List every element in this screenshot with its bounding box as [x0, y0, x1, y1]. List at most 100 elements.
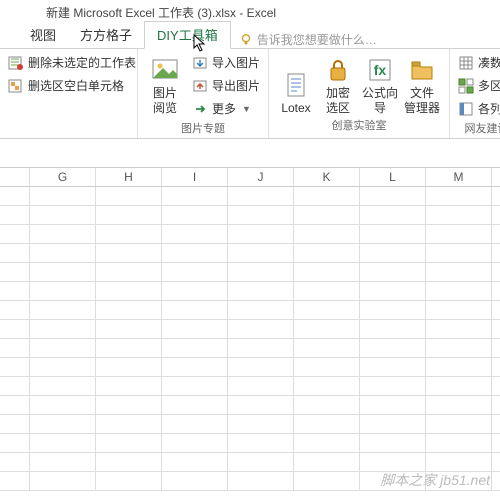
- cell[interactable]: [228, 301, 294, 319]
- cell[interactable]: [96, 377, 162, 395]
- cell[interactable]: [294, 396, 360, 414]
- cell[interactable]: [360, 358, 426, 376]
- cell[interactable]: [294, 206, 360, 224]
- column-header[interactable]: J: [228, 168, 294, 186]
- cell[interactable]: [360, 320, 426, 338]
- column-accumulate-button[interactable]: 各列累计: [456, 99, 500, 118]
- cell[interactable]: [228, 320, 294, 338]
- cell[interactable]: [228, 339, 294, 357]
- coushu-button[interactable]: 凑数: [456, 53, 500, 72]
- cell[interactable]: [96, 187, 162, 205]
- cell[interactable]: [294, 301, 360, 319]
- cell[interactable]: [96, 339, 162, 357]
- cell[interactable]: [228, 434, 294, 452]
- cell[interactable]: [162, 282, 228, 300]
- cell[interactable]: [162, 377, 228, 395]
- cell[interactable]: [228, 377, 294, 395]
- cell[interactable]: [96, 282, 162, 300]
- cell[interactable]: [294, 187, 360, 205]
- cell[interactable]: [30, 263, 96, 281]
- cell[interactable]: [294, 339, 360, 357]
- cell[interactable]: [96, 206, 162, 224]
- cell[interactable]: [360, 282, 426, 300]
- cell[interactable]: [228, 282, 294, 300]
- cell[interactable]: [360, 377, 426, 395]
- column-header[interactable]: G: [30, 168, 96, 186]
- cell[interactable]: [360, 263, 426, 281]
- file-manager-button[interactable]: 文件 管理器: [401, 53, 443, 115]
- cell[interactable]: [30, 282, 96, 300]
- cell[interactable]: [162, 472, 228, 490]
- tab-diy-toolbox[interactable]: DIY工具箱: [144, 21, 231, 49]
- cell[interactable]: [228, 415, 294, 433]
- more-button[interactable]: 更多 ▼: [190, 99, 262, 118]
- cell[interactable]: [360, 301, 426, 319]
- cell[interactable]: [294, 282, 360, 300]
- cell[interactable]: [426, 415, 492, 433]
- cell[interactable]: [96, 358, 162, 376]
- column-header[interactable]: K: [294, 168, 360, 186]
- cell[interactable]: [30, 358, 96, 376]
- cell[interactable]: [96, 244, 162, 262]
- cell[interactable]: [96, 415, 162, 433]
- cell[interactable]: [162, 187, 228, 205]
- cell[interactable]: [228, 263, 294, 281]
- cell[interactable]: [228, 396, 294, 414]
- cell[interactable]: [294, 358, 360, 376]
- cell[interactable]: [360, 453, 426, 471]
- cell[interactable]: [228, 244, 294, 262]
- column-header[interactable]: H: [96, 168, 162, 186]
- cell[interactable]: [360, 339, 426, 357]
- cell[interactable]: [30, 453, 96, 471]
- cell[interactable]: [30, 301, 96, 319]
- cell[interactable]: [294, 263, 360, 281]
- export-picture-button[interactable]: 导出图片: [190, 76, 262, 95]
- cell[interactable]: [294, 472, 360, 490]
- delete-unselected-sheets-button[interactable]: 删除未选定的工作表: [6, 53, 138, 72]
- cell[interactable]: [162, 320, 228, 338]
- cell[interactable]: [426, 472, 492, 490]
- cell[interactable]: [162, 434, 228, 452]
- cell[interactable]: [294, 320, 360, 338]
- cell[interactable]: [228, 187, 294, 205]
- tell-me-search[interactable]: 告诉我您想要做什么…: [239, 31, 377, 48]
- cell[interactable]: [30, 320, 96, 338]
- tab-partial-left[interactable]: [4, 42, 18, 48]
- cell[interactable]: [96, 263, 162, 281]
- cell[interactable]: [96, 320, 162, 338]
- cell[interactable]: [426, 339, 492, 357]
- cell[interactable]: [30, 472, 96, 490]
- cell[interactable]: [426, 453, 492, 471]
- column-header[interactable]: L: [360, 168, 426, 186]
- cell[interactable]: [162, 206, 228, 224]
- cell[interactable]: [426, 206, 492, 224]
- cell[interactable]: [426, 244, 492, 262]
- cell[interactable]: [426, 301, 492, 319]
- cell[interactable]: [228, 225, 294, 243]
- spreadsheet[interactable]: G H I J K L M: [0, 167, 500, 491]
- cell[interactable]: [30, 187, 96, 205]
- lotex-button[interactable]: Lotex: [275, 53, 317, 115]
- cell[interactable]: [30, 244, 96, 262]
- column-header[interactable]: I: [162, 168, 228, 186]
- cell[interactable]: [162, 263, 228, 281]
- tab-view[interactable]: 视图: [18, 22, 68, 48]
- encrypt-selection-button[interactable]: 加密 选区: [317, 53, 359, 115]
- cell[interactable]: [426, 434, 492, 452]
- cell[interactable]: [30, 396, 96, 414]
- cell[interactable]: [96, 434, 162, 452]
- cell[interactable]: [30, 206, 96, 224]
- cell[interactable]: [360, 415, 426, 433]
- cell[interactable]: [228, 472, 294, 490]
- cell[interactable]: [360, 187, 426, 205]
- cell[interactable]: [162, 225, 228, 243]
- cell[interactable]: [162, 301, 228, 319]
- cell[interactable]: [360, 434, 426, 452]
- cell[interactable]: [360, 472, 426, 490]
- cell[interactable]: [228, 206, 294, 224]
- cell[interactable]: [426, 187, 492, 205]
- cell[interactable]: [162, 339, 228, 357]
- cell[interactable]: [30, 339, 96, 357]
- cell[interactable]: [426, 358, 492, 376]
- cell[interactable]: [96, 225, 162, 243]
